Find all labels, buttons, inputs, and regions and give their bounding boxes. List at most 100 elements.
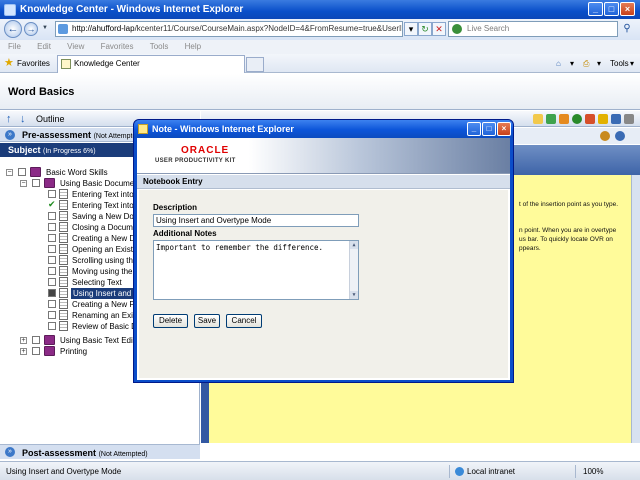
tree-item-label: Entering Text into (72, 201, 134, 210)
menu-view[interactable]: View (67, 40, 84, 54)
outline-up-arrow-icon[interactable]: ↑ (6, 112, 12, 126)
menu-tools[interactable]: Tools (150, 40, 169, 54)
tab-knowledge-center[interactable]: Knowledge Center (57, 55, 245, 73)
tree-checkbox[interactable] (48, 289, 56, 297)
tab-page-icon (61, 59, 71, 69)
delete-button[interactable]: Delete (153, 314, 188, 328)
tree-node-label: Basic Word Skills (46, 168, 108, 177)
tree-checkbox[interactable] (48, 278, 56, 286)
home-dropdown-icon[interactable]: ▾ (570, 58, 574, 69)
tree-checkbox[interactable] (18, 168, 26, 176)
collapse-icon[interactable]: − (6, 169, 13, 176)
new-tab-button[interactable] (246, 57, 264, 72)
tree-checkbox[interactable] (32, 179, 40, 187)
expand-icon[interactable]: + (20, 337, 27, 344)
address-toolbar: ← → ▼ http://ahufford-lap/kcenter11/Cour… (0, 19, 640, 40)
post-assessment-status: (Not Attempted) (98, 451, 148, 458)
home-icon[interactable]: ⌂ (556, 58, 561, 69)
tree-checkbox[interactable] (48, 322, 56, 330)
address-dropdown-icon[interactable]: ▾ (404, 22, 418, 36)
post-assessment-row[interactable]: » Post-assessment (Not Attempted) (0, 444, 200, 459)
play-icon[interactable] (572, 114, 582, 124)
maximize-button[interactable]: □ (604, 2, 619, 16)
oracle-subtitle: USER PRODUCTIVITY KIT (155, 158, 236, 164)
menu-help[interactable]: Help (185, 40, 201, 54)
notes-scrollbar[interactable]: ▲ ▼ (349, 241, 358, 299)
page-title: Word Basics (8, 86, 75, 98)
note-toolbar-icon[interactable] (533, 114, 543, 124)
subject-label: Subject (8, 145, 41, 155)
tree-checkbox[interactable] (48, 234, 56, 242)
gear-icon[interactable] (600, 131, 610, 141)
print-topic-icon[interactable] (559, 114, 569, 124)
tree-checkbox[interactable] (48, 190, 56, 198)
tree-checkbox[interactable] (48, 223, 56, 231)
topic-doc-icon (59, 266, 68, 276)
dialog-minimize-button[interactable]: _ (467, 122, 481, 136)
scroll-down-icon[interactable]: ▼ (350, 291, 358, 299)
dialog-maximize-button[interactable]: □ (482, 122, 496, 136)
tree-checkbox[interactable] (48, 256, 56, 264)
dialog-close-button[interactable]: × (497, 122, 511, 136)
collapse-icon[interactable]: − (20, 180, 27, 187)
notes-textarea[interactable]: Important to remember the difference. ▲ … (153, 240, 359, 300)
back-arrow-icon[interactable]: ← (4, 20, 22, 38)
tree-checkbox[interactable] (48, 311, 56, 319)
book-icon (44, 178, 55, 188)
post-assessment-label: Post-assessment (22, 448, 97, 458)
search-magnifier-icon[interactable]: ⚲ (620, 22, 634, 36)
lightbulb-icon[interactable] (598, 114, 608, 124)
chat-icon[interactable] (546, 114, 556, 124)
outline-down-arrow-icon[interactable]: ↓ (20, 112, 26, 126)
search-placeholder: Live Search (467, 24, 510, 33)
settings-icon[interactable] (624, 114, 634, 124)
menu-file[interactable]: File (8, 40, 21, 54)
refresh-icon[interactable]: ↻ (418, 22, 432, 36)
recent-pages-chevron-icon[interactable]: ▼ (42, 25, 48, 31)
content-text: ppears. (519, 245, 541, 252)
close-button[interactable]: × (620, 2, 635, 16)
completed-check-icon: ✔ (48, 199, 56, 209)
expand-icon[interactable]: + (20, 348, 27, 355)
help-icon[interactable] (611, 114, 621, 124)
tree-checkbox[interactable] (32, 336, 40, 344)
minimize-button[interactable]: _ (588, 2, 603, 16)
address-bar[interactable]: http://ahufford-lap/kcenter11/Course/Cou… (55, 21, 403, 37)
menu-edit[interactable]: Edit (37, 40, 51, 54)
question-icon[interactable] (615, 131, 625, 141)
zoom-level[interactable]: 100% (583, 466, 603, 477)
save-button[interactable]: Save (194, 314, 220, 328)
status-bar: Using Insert and Overtype Mode Local int… (0, 461, 640, 480)
print-dropdown-icon[interactable]: ▾ (597, 58, 601, 69)
search-input[interactable]: Live Search (448, 21, 618, 37)
description-input[interactable]: Using Insert and Overtype Mode (153, 214, 359, 227)
notes-text: Important to remember the difference. (156, 243, 324, 252)
topic-doc-icon (59, 299, 68, 309)
browser-title: Knowledge Center - Windows Internet Expl… (20, 4, 244, 15)
live-search-icon (452, 24, 462, 34)
content-scrollbar[interactable] (631, 175, 640, 443)
scroll-up-icon[interactable]: ▲ (350, 241, 358, 249)
favorites-label: Favorites (17, 59, 50, 68)
ie-app-icon (4, 3, 16, 16)
tree-checkbox[interactable] (48, 267, 56, 275)
tree-checkbox[interactable] (32, 347, 40, 355)
tree-checkbox[interactable] (48, 300, 56, 308)
stop-icon[interactable]: ✕ (432, 22, 446, 36)
dialog-body: ORACLE USER PRODUCTIVITY KIT Notebook En… (137, 138, 510, 380)
tools-dropdown-icon[interactable]: ▾ (630, 58, 634, 69)
tree-checkbox[interactable] (48, 245, 56, 253)
favorites-button[interactable]: ★ Favorites (4, 57, 50, 70)
topic-doc-icon (59, 211, 68, 221)
tree-checkbox[interactable] (48, 212, 56, 220)
menu-favorites[interactable]: Favorites (101, 40, 134, 54)
security-zone[interactable]: Local intranet (455, 466, 515, 477)
cancel-button[interactable]: Cancel (226, 314, 262, 328)
home-topic-icon[interactable] (585, 114, 595, 124)
tools-menu[interactable]: Tools (610, 58, 629, 69)
oracle-logo: ORACLE (181, 145, 230, 156)
print-icon[interactable]: ⎙ (583, 58, 589, 69)
description-label: Description (153, 203, 198, 212)
forward-arrow-icon[interactable]: → (24, 22, 38, 36)
notes-label: Additional Notes (153, 229, 217, 238)
